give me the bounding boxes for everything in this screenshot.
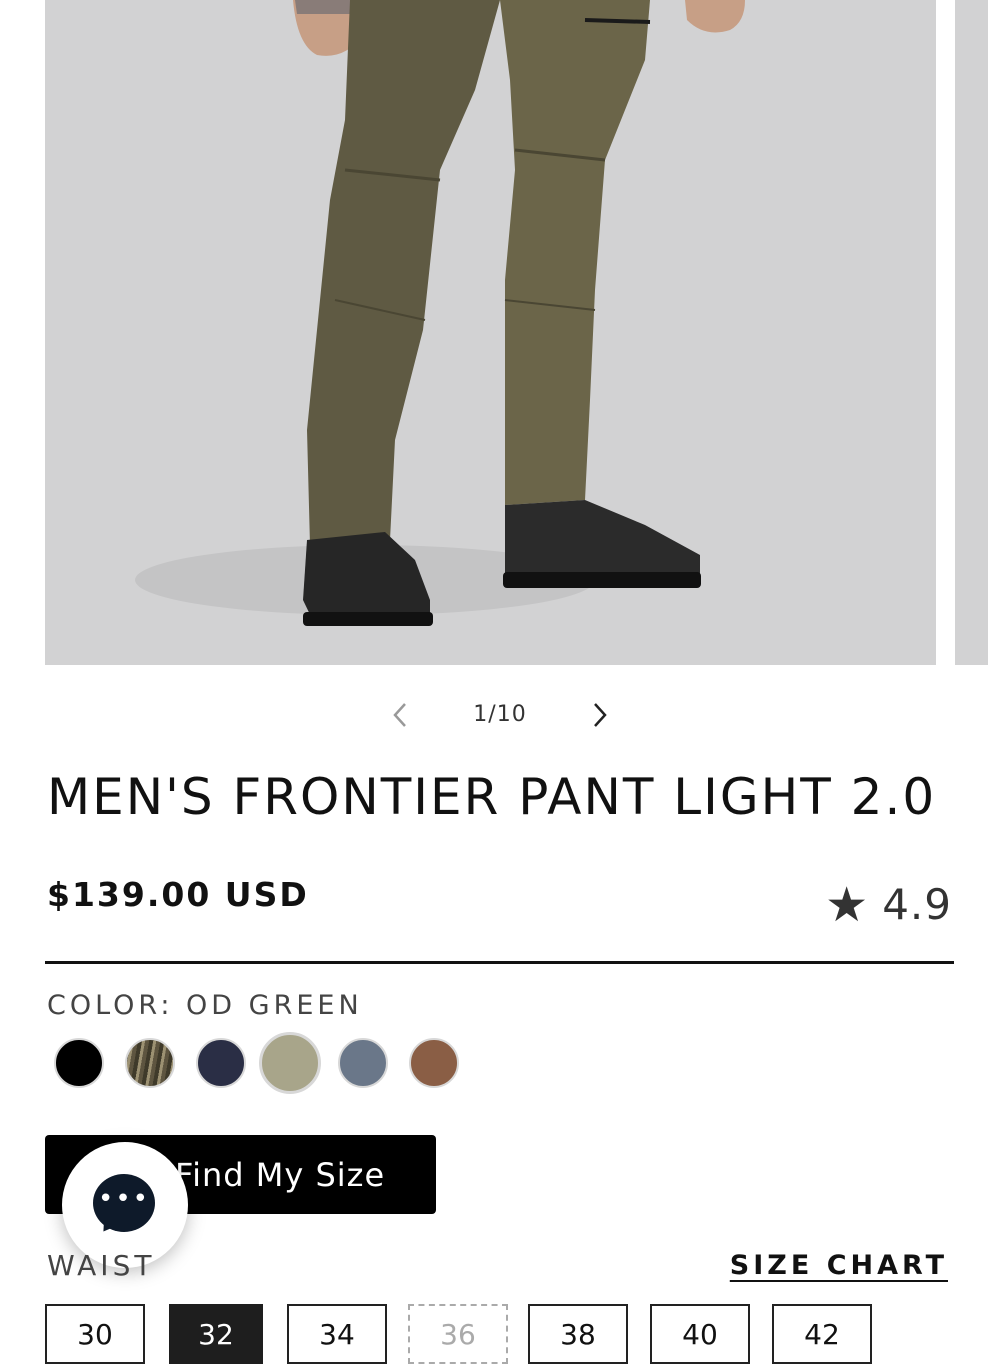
next-product-image-peek[interactable] xyxy=(955,0,988,665)
chat-dots: ••• xyxy=(97,1184,150,1214)
color-swatch-camo[interactable] xyxy=(125,1038,175,1088)
previous-image-button[interactable] xyxy=(380,690,420,740)
waist-size-40[interactable]: 40 xyxy=(650,1304,750,1364)
product-title: MEN'S FRONTIER PANT LIGHT 2.0 xyxy=(47,768,937,826)
image-counter: 1/10 xyxy=(473,702,527,727)
waist-size-36[interactable]: 36 xyxy=(408,1304,508,1364)
color-swatch-black[interactable] xyxy=(54,1038,104,1088)
pants-illustration xyxy=(135,0,745,626)
gallery-pager: 1/10 xyxy=(0,690,1000,740)
rating-value: 4.9 xyxy=(882,880,952,929)
product-rating[interactable]: ★ 4.9 xyxy=(825,880,952,929)
color-swatch-navy[interactable] xyxy=(196,1038,246,1088)
waist-size-30[interactable]: 30 xyxy=(45,1304,145,1364)
waist-size-42[interactable]: 42 xyxy=(772,1304,872,1364)
star-icon: ★ xyxy=(825,876,869,933)
color-label: COLOR: OD GREEN xyxy=(47,990,363,1021)
waist-size-32[interactable]: 32 xyxy=(169,1304,263,1364)
product-image[interactable] xyxy=(45,0,936,665)
waist-label: WAIST xyxy=(47,1249,156,1282)
chevron-right-icon xyxy=(594,703,607,727)
waist-size-34[interactable]: 34 xyxy=(287,1304,387,1364)
product-gallery[interactable] xyxy=(0,0,1000,665)
next-image-button[interactable] xyxy=(580,690,620,740)
color-swatch-od-green[interactable] xyxy=(259,1032,321,1094)
color-swatch-slate-blue[interactable] xyxy=(338,1038,388,1088)
color-swatch-brown[interactable] xyxy=(409,1038,459,1088)
chevron-left-icon xyxy=(393,703,406,727)
product-price: $139.00 USD xyxy=(47,875,309,914)
size-chart-link[interactable]: SIZE CHART xyxy=(730,1250,948,1281)
divider xyxy=(45,961,954,964)
waist-size-38[interactable]: 38 xyxy=(528,1304,628,1364)
